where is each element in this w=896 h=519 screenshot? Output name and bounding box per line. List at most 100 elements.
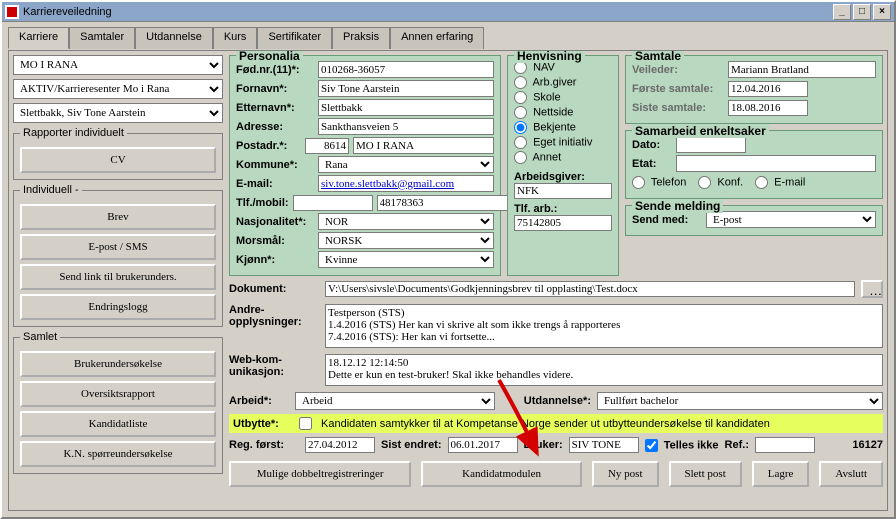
center-select[interactable]: AKTIV/Karrieresenter Mo i Rana [13,79,223,99]
kjonn-select[interactable]: Kvinne [318,251,494,268]
epost-sms-button[interactable]: E-post / SMS [20,234,216,260]
email-field[interactable] [318,175,494,192]
tab-karriere[interactable]: Karriere [8,27,69,49]
ref-field[interactable] [755,437,815,453]
tlf2-field[interactable] [377,195,518,211]
kommune-select[interactable]: Rana [318,156,494,173]
samarbeid-dato-field[interactable] [676,137,746,153]
andre-label: Andre- opplysninger: [229,304,319,328]
brev-button[interactable]: Brev [20,204,216,230]
send-link-button[interactable]: Send link til brukerunders. [20,264,216,290]
tab-utdannelse[interactable]: Utdannelse [135,27,213,49]
tlf1-field[interactable] [293,195,373,211]
tab-samtaler[interactable]: Samtaler [69,27,135,49]
veileder-field[interactable] [728,61,876,78]
lagre-button[interactable]: Lagre [752,461,810,487]
kandidatmodulen-button[interactable]: Kandidatmodulen [421,461,582,487]
arbeid-select[interactable]: Arbeid [295,392,495,410]
webkom-label: Web-kom- unikasjon: [229,354,319,378]
tab-kurs[interactable]: Kurs [213,27,258,49]
fodnr-field[interactable] [318,61,494,78]
kandidatliste-button[interactable]: Kandidatliste [20,411,216,437]
morsmal-select[interactable]: NORSK [318,232,494,249]
arbeid-label: Arbeid*: [229,395,289,407]
veileder-label: Veileder: [632,64,724,76]
kommune-label: Kommune*: [236,159,314,171]
tlfarb-field[interactable] [514,215,612,231]
brukerundersokelse-button[interactable]: Brukerundersøkelse [20,351,216,377]
tlf-label: Tlf./mobil: [236,197,289,209]
fornavn-label: Fornavn*: [236,83,314,95]
group-rapporter-title: Rapporter individuelt [20,127,127,139]
etternavn-label: Etternavn*: [236,102,314,114]
sendmed-select[interactable]: E-post [706,211,876,228]
radio-telefon[interactable]: Telefon [632,176,686,189]
bruker-field[interactable] [569,437,639,453]
utbytte-checkbox[interactable] [299,417,312,430]
utbytte-text: Kandidaten samtykker til at Kompetanse N… [321,418,770,430]
tab-annen[interactable]: Annen erfaring [390,27,484,49]
radio-egetinitiativ[interactable]: Eget initiativ [514,135,612,150]
cv-button[interactable]: CV [20,147,216,173]
tab-sertifikater[interactable]: Sertifikater [257,27,332,49]
maximize-button[interactable]: □ [853,4,871,20]
siste-field[interactable] [728,100,808,116]
radio-skole[interactable]: Skole [514,90,612,105]
telles-checkbox-label[interactable]: Telles ikke [645,439,719,452]
adresse-field[interactable] [318,118,494,135]
person-select[interactable]: Slettbakk, Siv Tone Aarstein [13,103,223,123]
samtale-title: Samtale [632,50,684,63]
radio-konf[interactable]: Konf. [698,176,743,189]
email-label: E-mail: [236,178,314,190]
minimize-button[interactable]: _ [833,4,851,20]
nasj-select[interactable]: NOR [318,213,494,230]
forste-label: Første samtale: [632,83,724,95]
regforst-field[interactable] [305,437,375,453]
samtale-panel: Samtale Veileder: Første samtale: Siste … [625,55,883,124]
arbeidsgiver-field[interactable] [514,183,612,199]
close-button[interactable]: × [873,4,891,20]
forste-field[interactable] [728,81,808,97]
sistendret-label: Sist endret: [381,439,442,451]
samarbeid-dato-label: Dato: [632,139,672,151]
group-samlet: Samlet Brukerundersøkelse Oversiktsrappo… [13,331,223,474]
group-individuell-title: Individuell - [20,184,82,196]
personalia-title: Personalia [236,50,303,63]
sistendret-field[interactable] [448,437,518,453]
group-samlet-title: Samlet [20,331,60,343]
dokument-field[interactable] [325,281,855,297]
utdannelse-label: Utdannelse*: [501,395,591,407]
avslutt-button[interactable]: Avslutt [819,461,883,487]
etternavn-field[interactable] [318,99,494,116]
henvisning-panel: Henvisning NAV Arb.giver Skole Nettside … [507,55,619,276]
samarbeid-etat-field[interactable] [676,155,876,172]
dokument-browse-button[interactable]: … [861,280,883,298]
radio-email[interactable]: E-mail [755,176,805,189]
id-value: 16127 [852,439,883,451]
radio-annet[interactable]: Annet [514,150,612,165]
nypost-button[interactable]: Ny post [592,461,659,487]
app-window: Karriereveiledning _ □ × Karriere Samtal… [0,0,896,519]
fornavn-field[interactable] [318,80,494,97]
poststed-field[interactable] [353,137,494,154]
postnr-field[interactable] [305,138,349,154]
telles-checkbox[interactable] [645,439,658,452]
bruker-label: Bruker: [524,439,563,451]
utdannelse-select[interactable]: Fullført bachelor [597,392,883,410]
dobbeltreg-button[interactable]: Mulige dobbeltregistreringer [229,461,411,487]
tab-bar: Karriere Samtaler Utdannelse Kurs Sertif… [8,26,888,48]
kjonn-label: Kjønn*: [236,254,314,266]
webkom-textarea[interactable] [325,354,883,386]
endringslogg-button[interactable]: Endringslogg [20,294,216,320]
tab-praksis[interactable]: Praksis [332,27,390,49]
region-select[interactable]: MO I RANA [13,55,223,75]
adresse-label: Adresse: [236,121,314,133]
radio-arbgiver[interactable]: Arb.giver [514,75,612,90]
siste-label: Siste samtale: [632,102,724,114]
radio-nettside[interactable]: Nettside [514,105,612,120]
radio-bekjente[interactable]: Bekjente [514,120,612,135]
kn-sporreundersokelse-button[interactable]: K.N. spørreundersøkelse [20,441,216,467]
andre-textarea[interactable] [325,304,883,348]
oversiktsrapport-button[interactable]: Oversiktsrapport [20,381,216,407]
slettpost-button[interactable]: Slett post [669,461,742,487]
